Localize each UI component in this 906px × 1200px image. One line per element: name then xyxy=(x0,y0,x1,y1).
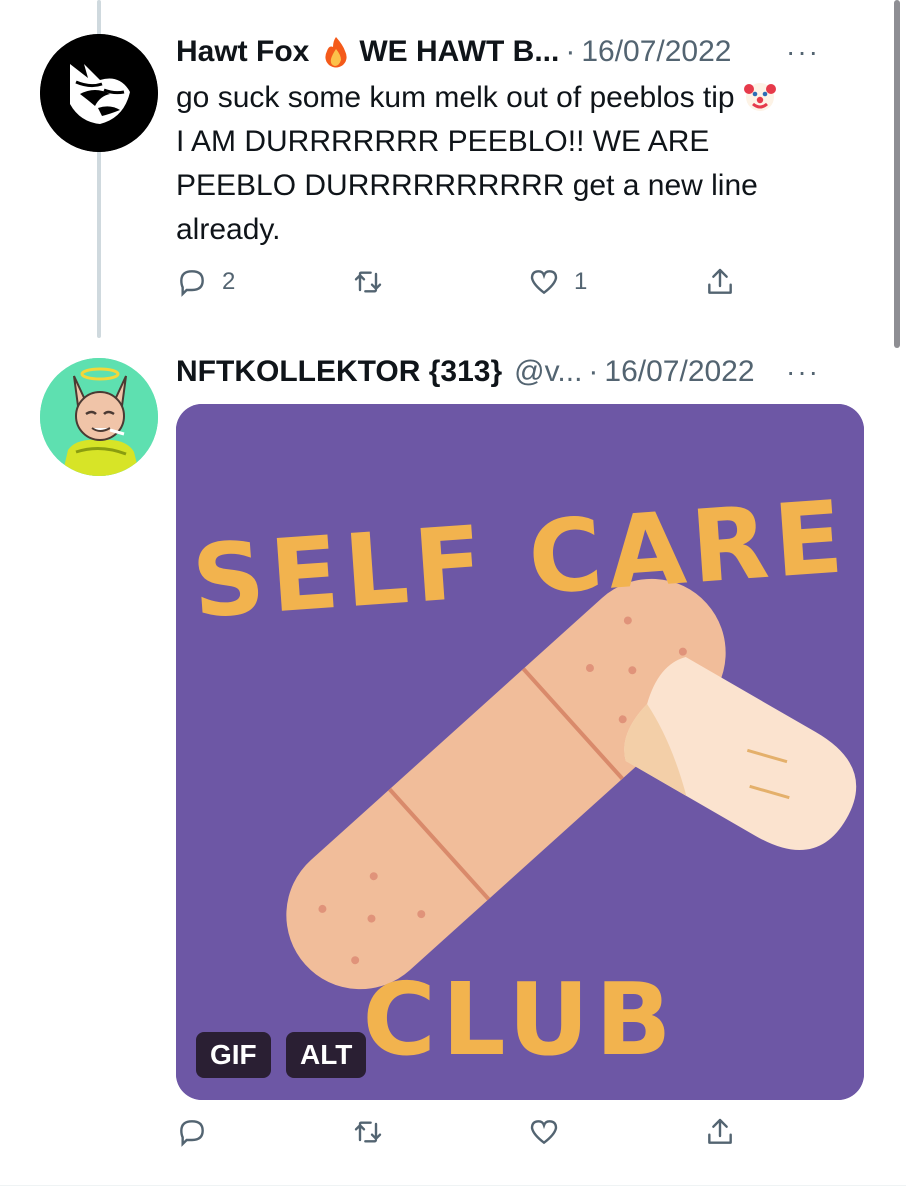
share-icon xyxy=(708,1118,732,1144)
tweet-text-line-1: go suck some kum melk out of peeblos tip xyxy=(176,81,735,114)
like-count: 1 xyxy=(574,268,588,295)
author-name-suffix[interactable]: WE HAWT B... xyxy=(359,35,559,69)
clown-emoji xyxy=(743,79,777,113)
reply-icon xyxy=(180,270,204,297)
heart-icon xyxy=(530,270,558,295)
more-icon[interactable]: ··· xyxy=(786,356,820,388)
fox-logo-avatar[interactable] xyxy=(40,34,158,152)
tweet-date[interactable]: 16/07/2022 xyxy=(604,355,754,389)
retweet-button[interactable] xyxy=(352,266,384,298)
tweet-text: go suck some kum melk out of peeblos tip… xyxy=(176,76,876,252)
cat-with-halo-avatar[interactable] xyxy=(40,358,158,476)
like-button[interactable]: 1 xyxy=(528,266,587,298)
tweet-2-actions xyxy=(176,1116,756,1156)
gif-media[interactable]: SELF CARE CLUB GIF ALT xyxy=(176,404,864,1100)
fox-logo-icon xyxy=(40,34,158,152)
share-button[interactable] xyxy=(704,1116,736,1148)
retweet-icon xyxy=(354,1121,382,1143)
share-button[interactable] xyxy=(704,266,736,298)
retweet-icon xyxy=(354,271,382,293)
more-icon[interactable]: ··· xyxy=(786,36,820,68)
tweet-actions: 2 1 xyxy=(176,266,756,306)
divider xyxy=(0,1185,906,1186)
tweet-text-line-2: I AM DURRRRRRR PEEBLO!! WE ARE xyxy=(176,125,710,158)
heart-icon xyxy=(530,1120,558,1145)
tweet-text-line-4: already. xyxy=(176,213,281,246)
gif-badge: GIF xyxy=(196,1032,271,1078)
like-button[interactable] xyxy=(528,1116,560,1148)
self-care-club-illustration: SELF CARE CLUB xyxy=(176,404,864,1100)
retweet-button[interactable] xyxy=(352,1116,384,1148)
tweet-date[interactable]: 16/07/2022 xyxy=(581,35,731,69)
author-handle[interactable]: @v... xyxy=(514,355,582,389)
cat-avatar-icon xyxy=(40,358,158,476)
media-title-line-2: CLUB xyxy=(363,961,678,1078)
tweet-header: Hawt Fox WE HAWT B... · 16/07/2022 ··· xyxy=(176,32,866,72)
alt-badge[interactable]: ALT xyxy=(286,1032,367,1078)
reply-button[interactable]: 2 xyxy=(176,266,235,298)
tweet-1[interactable]: Hawt Fox WE HAWT B... · 16/07/2022 ··· g… xyxy=(0,0,906,340)
reply-count: 2 xyxy=(222,268,236,295)
tweet-text-line-3: PEEBLO DURRRRRRRRRR get a new line xyxy=(176,169,758,202)
separator-dot: · xyxy=(588,355,599,388)
separator-dot: · xyxy=(565,35,576,68)
author-name[interactable]: Hawt Fox xyxy=(176,35,309,69)
reply-icon xyxy=(180,1120,204,1147)
fire-emoji xyxy=(321,35,351,69)
reply-button[interactable] xyxy=(176,1116,208,1148)
tweet-header: NFTKOLLEKTOR {313} @v... · 16/07/2022 ··… xyxy=(176,352,866,392)
share-icon xyxy=(708,268,732,294)
author-name[interactable]: NFTKOLLEKTOR {313} xyxy=(176,355,502,389)
tweet-text-line: go suck some kum melk out of peeblos tip xyxy=(176,76,876,120)
